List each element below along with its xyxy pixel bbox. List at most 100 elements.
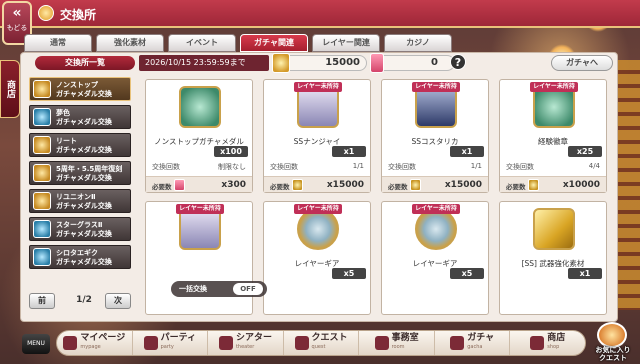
cost-row: 必要数 x15000 (382, 176, 488, 192)
bulk-exchange-toggle[interactable]: 一括交換 OFF (171, 281, 267, 297)
favorite-line2: クエスト (599, 354, 627, 362)
exchange-limit: 交換回数 4/4 (506, 162, 600, 172)
list-item[interactable]: スターグラスⅡ ガチャメダル交換 (29, 217, 131, 241)
category-tabs: 通常 強化素材 イベント ガチャ関連 レイヤー関連 カジノ (24, 34, 452, 52)
medal-icon (179, 86, 221, 128)
page-indicator: 1/2 (76, 295, 92, 305)
exchange-card[interactable]: レイヤー未所持 SSナンジャイ x1 交換回数 1/1 必要数 x15000 (263, 79, 371, 193)
list-item-line2: ガチャメダル交換 (56, 89, 112, 98)
deadline-text: 2026/10/15 23:59:59まで (139, 55, 269, 71)
layer-unowned-badge: レイヤー未所持 (294, 82, 342, 92)
limit-value: 1/1 (352, 162, 364, 170)
nav-shop[interactable]: 商店 shop (510, 331, 585, 355)
medal-icon (272, 53, 290, 73)
ticket-count-value: 0 (431, 57, 438, 68)
cost-value: x10000 (562, 180, 600, 190)
exchange-card[interactable]: レイヤー未所持 SSコスタリカ x1 交換回数 1/1 必要数 x15000 (381, 79, 489, 193)
item-quantity: x25 (568, 146, 602, 157)
list-item[interactable]: 5周年・5.5周年復刻 ガチャメダル交換 (29, 161, 131, 185)
ticket-icon (370, 53, 384, 73)
exchange-card[interactable]: [SS] 武器強化素材 x1 (499, 201, 607, 315)
list-item-line2: ガチャメダル交換 (56, 117, 112, 126)
tab-layer-related[interactable]: レイヤー関連 (312, 34, 380, 52)
next-page-button[interactable]: 次 (105, 293, 131, 309)
nav-sublabel: theater (235, 344, 255, 350)
bottom-nav: マイページ mypage パーティ party シアター theater クエスト qu… (56, 330, 586, 356)
tab-gacha-related[interactable]: ガチャ関連 (240, 34, 308, 52)
tab-enhance-materials[interactable]: 強化素材 (96, 34, 164, 52)
nav-party[interactable]: パーティ party (133, 331, 209, 355)
home-icon (63, 336, 78, 350)
cost-value: x300 (221, 180, 246, 190)
shop-side-tab[interactable]: 商店 (0, 60, 20, 118)
nav-quest[interactable]: クエスト quest (284, 331, 360, 355)
list-item[interactable]: リート ガチャメダル交換 (29, 133, 131, 157)
gold-bar-icon (533, 208, 575, 250)
top-bar: 交換所 (0, 0, 640, 28)
list-item-line1: 5周年・5.5周年復刻 (56, 165, 123, 173)
experience-badge-icon (533, 86, 575, 128)
list-item[interactable]: 夢色 ガチャメダル交換 (29, 105, 131, 129)
nav-label: 商店 (547, 333, 566, 343)
nav-sublabel: mypage (80, 344, 101, 350)
layer-unowned-badge: レイヤー未所持 (412, 82, 460, 92)
layer-unowned-badge: レイヤー未所持 (530, 82, 578, 92)
item-quantity: x5 (332, 268, 366, 279)
menu-icon[interactable]: MENU (22, 334, 50, 354)
exchange-limit: 交換回数 1/1 (270, 162, 364, 172)
nav-theater[interactable]: シアター theater (208, 331, 284, 355)
list-item-line1: シロタエギク (56, 249, 98, 257)
nav-sublabel: gacha (467, 344, 483, 350)
nav-gacha[interactable]: ガチャ gacha (435, 331, 511, 355)
cost-value: x15000 (326, 180, 364, 190)
swords-icon (294, 336, 309, 350)
back-label: もどる (6, 24, 28, 32)
medal-count: 15000 (272, 53, 367, 73)
list-item-line1: ノンストップ (56, 81, 98, 89)
page-title: 交換所 (60, 8, 97, 22)
exchange-card[interactable]: レイヤー未所持 (145, 201, 253, 315)
character-portrait-icon (415, 86, 457, 128)
cost-row: 必要数 x15000 (264, 176, 370, 192)
exchange-card[interactable]: レイヤー未所持 経験徽章 x25 交換回数 4/4 必要数 x10000 (499, 79, 607, 193)
nav-room[interactable]: 事務室 room (359, 331, 435, 355)
tab-event[interactable]: イベント (168, 34, 236, 52)
nav-sublabel: quest (311, 344, 326, 350)
exchange-icon (38, 5, 54, 21)
layer-unowned-badge: レイヤー未所持 (294, 204, 342, 214)
list-item-line2: ガチャメダル交換 (56, 201, 112, 210)
medal-icon (33, 248, 51, 266)
cost-label: 必要数 (270, 183, 290, 191)
list-item-line2: ガチャメダル交換 (56, 145, 112, 154)
pager: 前 1/2 次 (29, 293, 131, 309)
exchange-list: ノンストップ ガチャメダル交換 夢色 ガチャメダル交換 リート ガチャメダル交換 5周… (29, 77, 131, 295)
tab-casino[interactable]: カジノ (384, 34, 452, 52)
exchange-card[interactable]: ノンストップガチャメダル x100 交換回数 制限なし 必要数 x300 (145, 79, 253, 193)
pillar-decoration (616, 60, 640, 310)
list-item[interactable]: リユニオンⅡ ガチャメダル交換 (29, 189, 131, 213)
limit-label: 交換回数 (388, 163, 416, 171)
character-portrait-icon (179, 208, 221, 250)
prev-page-button[interactable]: 前 (29, 293, 55, 309)
list-item[interactable]: ノンストップ ガチャメダル交換 (29, 77, 131, 101)
bulk-exchange-label: 一括交換 (179, 285, 207, 293)
medal-icon (33, 192, 51, 210)
to-gacha-button[interactable]: ガチャへ (551, 55, 613, 71)
favorite-quest-icon (597, 322, 627, 348)
list-item-line1: スターグラスⅡ (56, 221, 103, 229)
help-button[interactable]: ? (450, 54, 466, 70)
item-quantity: x100 (214, 146, 248, 157)
list-item[interactable]: シロタエギク ガチャメダル交換 (29, 245, 131, 269)
exchange-card[interactable]: レイヤー未所持 レイヤーギア x5 (381, 201, 489, 315)
layer-gear-icon (415, 208, 457, 250)
favorite-quest-button[interactable]: お気に入り クエスト (588, 320, 638, 362)
shop-icon (530, 336, 545, 350)
nav-mypage[interactable]: マイページ mypage (57, 331, 133, 355)
tab-normal[interactable]: 通常 (24, 34, 92, 52)
item-quantity: x5 (450, 268, 484, 279)
exchange-card[interactable]: レイヤー未所持 レイヤーギア x5 (263, 201, 371, 315)
limit-label: 交換回数 (152, 163, 180, 171)
bulk-exchange-switch[interactable]: OFF (233, 283, 263, 295)
cost-label: 必要数 (506, 183, 526, 191)
cost-value: x15000 (444, 180, 482, 190)
